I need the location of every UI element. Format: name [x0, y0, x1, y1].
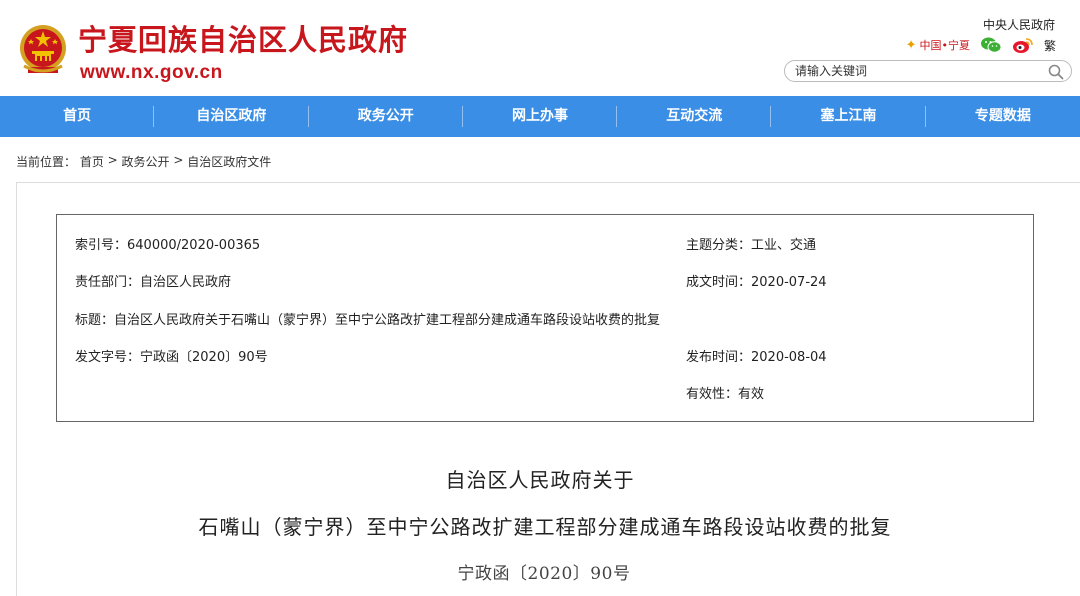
meta-title-label: 标题： [75, 313, 115, 328]
meta-written-date: 成文时间：2020-07-24 [686, 271, 827, 290]
meta-written-date-label: 成文时间： [686, 275, 752, 290]
search-box [784, 60, 1072, 82]
central-government-link[interactable]: 中央人民政府 [983, 16, 1055, 33]
meta-index-label: 索引号： [75, 238, 128, 253]
nav-item-saishang-jiangnan[interactable]: 塞上江南 [771, 96, 926, 137]
weibo-icon[interactable] [1012, 36, 1034, 54]
meta-document-number: 发文字号：宁政函〔2020〕90号 [75, 346, 268, 365]
breadcrumb-home[interactable]: 首页 [80, 153, 104, 170]
site-header: 宁夏回族自治区人民政府 www.nx.gov.cn 中央人民政府 ✦ 中国•宁夏… [0, 0, 1080, 96]
meta-index: 索引号：640000/2020-00365 [75, 234, 260, 253]
china-ningxia-label: 中国•宁夏 [919, 39, 970, 52]
meta-department-label: 责任部门： [75, 275, 141, 290]
meta-validity: 有效性：有效 [686, 383, 764, 402]
breadcrumb-separator: > [169, 153, 188, 167]
nav-item-home[interactable]: 首页 [0, 96, 155, 137]
meta-index-value: 640000/2020-00365 [127, 238, 261, 253]
meta-topic-label: 主题分类： [686, 238, 752, 253]
nav-item-government[interactable]: 自治区政府 [154, 96, 309, 137]
china-ningxia-logo[interactable]: ✦ 中国•宁夏 [906, 37, 970, 53]
breadcrumb-separator: > [103, 153, 122, 167]
meta-topic-value: 工业、交通 [751, 238, 817, 253]
site-url[interactable]: www.nx.gov.cn [80, 62, 223, 84]
search-icon[interactable] [1047, 63, 1065, 81]
main-nav: 首页 自治区政府 政务公开 网上办事 互动交流 塞上江南 专题数据 [0, 96, 1080, 137]
sparkle-icon: ✦ [905, 37, 917, 53]
document-metadata-box: 索引号：640000/2020-00365 主题分类：工业、交通 责任部门：自治… [56, 214, 1034, 422]
meta-validity-value: 有效 [738, 387, 765, 402]
meta-document-number-value: 宁政函〔2020〕90号 [140, 350, 268, 365]
brand-row: ✦ 中国•宁夏 繁 [906, 34, 1056, 56]
breadcrumb: 当前位置： 首页 > 政务公开 > 自治区政府文件 [16, 153, 271, 170]
meta-publish-date: 发布时间：2020-08-04 [686, 346, 827, 365]
breadcrumb-public-affairs[interactable]: 政务公开 [122, 153, 170, 170]
nav-item-online-services[interactable]: 网上办事 [463, 96, 618, 137]
meta-title-value: 自治区人民政府关于石嘴山（蒙宁界）至中宁公路改扩建工程部分建成通车路段设站收费的… [114, 313, 661, 328]
nav-item-interaction[interactable]: 互动交流 [617, 96, 772, 137]
document-title-line1: 自治区人民政府关于 [445, 468, 635, 492]
meta-topic: 主题分类：工业、交通 [686, 234, 816, 253]
site-title[interactable]: 宁夏回族自治区人民政府 [78, 22, 408, 58]
meta-title: 标题：自治区人民政府关于石嘴山（蒙宁界）至中宁公路改扩建工程部分建成通车路段设站… [75, 309, 660, 328]
meta-publish-date-value: 2020-08-04 [751, 350, 827, 365]
wechat-icon[interactable] [980, 36, 1002, 54]
nav-item-special-data[interactable]: 专题数据 [926, 96, 1080, 137]
national-emblem-icon[interactable] [18, 22, 68, 78]
traditional-chinese-toggle[interactable]: 繁 [1044, 37, 1056, 54]
meta-written-date-value: 2020-07-24 [751, 275, 827, 290]
search-input[interactable] [795, 63, 1035, 79]
breadcrumb-government-documents[interactable]: 自治区政府文件 [187, 153, 271, 170]
document-title-line2: 石嘴山（蒙宁界）至中宁公路改扩建工程部分建成通车路段设站收费的批复 [198, 515, 892, 539]
nav-item-public-affairs[interactable]: 政务公开 [309, 96, 464, 137]
meta-document-number-label: 发文字号： [75, 350, 141, 365]
meta-validity-label: 有效性： [686, 387, 739, 402]
meta-publish-date-label: 发布时间： [686, 350, 752, 365]
meta-department: 责任部门：自治区人民政府 [75, 271, 231, 290]
breadcrumb-prefix: 当前位置： [16, 155, 77, 169]
document-number: 宁政函〔2020〕90号 [457, 564, 631, 584]
meta-department-value: 自治区人民政府 [140, 275, 232, 290]
